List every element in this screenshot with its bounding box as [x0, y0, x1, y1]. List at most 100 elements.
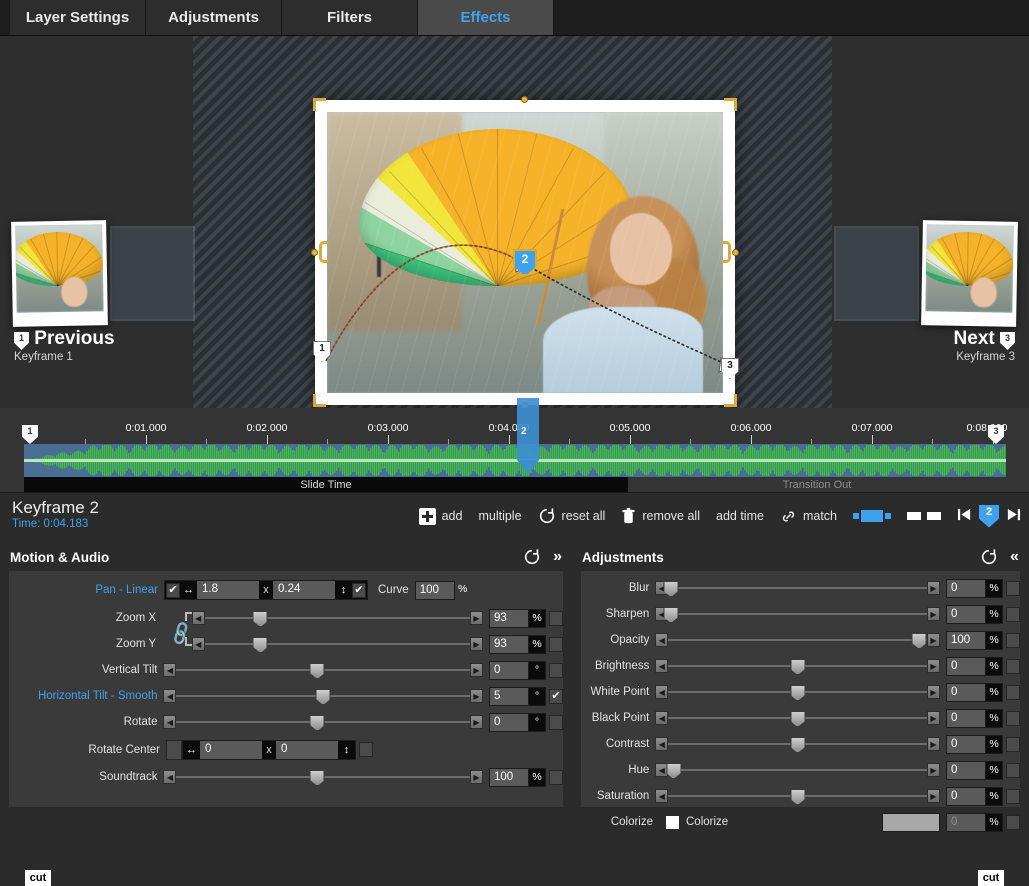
slider-track[interactable]: [205, 637, 470, 651]
slider-track[interactable]: [176, 770, 470, 784]
resize-handle-bottom-left[interactable]: [313, 394, 326, 407]
adjustment-value[interactable]: 0: [946, 787, 986, 806]
slider-thumb[interactable]: [310, 715, 325, 731]
pan-y-input[interactable]: 0.24: [273, 581, 335, 599]
adjustment-checkbox[interactable]: [1006, 607, 1020, 622]
slider-track[interactable]: [668, 763, 927, 777]
vertical-tilt-slider[interactable]: ◀ ▶: [163, 663, 483, 678]
zoom-y-value[interactable]: 93: [489, 635, 529, 654]
adjustment-slider[interactable]: ◀▶: [655, 763, 940, 778]
motion-reset-icon[interactable]: [523, 548, 541, 566]
adjustment-slider[interactable]: ◀▶: [655, 581, 940, 596]
slider-thumb[interactable]: [310, 663, 325, 679]
edge-bracket-left-icon[interactable]: [319, 241, 328, 263]
slider-right-arrow-icon[interactable]: ▶: [927, 607, 940, 621]
slider-right-arrow-icon[interactable]: ▶: [927, 789, 940, 803]
colorize-apply-checkbox[interactable]: [1006, 815, 1020, 830]
adjustment-checkbox[interactable]: [1006, 763, 1020, 778]
adjustment-slider[interactable]: ◀▶: [655, 711, 940, 726]
slider-left-arrow-icon[interactable]: ◀: [163, 770, 176, 784]
slider-track[interactable]: [176, 689, 470, 703]
slider-left-arrow-icon[interactable]: ◀: [655, 737, 668, 751]
rotate-value[interactable]: 0: [489, 713, 529, 732]
cut-button-right[interactable]: cut: [978, 870, 1004, 886]
transition-out-bar[interactable]: Transition Out: [628, 477, 1006, 493]
slider-left-arrow-icon[interactable]: ◀: [655, 659, 668, 673]
pan-x-input[interactable]: 1.8: [197, 581, 259, 599]
colorize-checkbox[interactable]: [665, 815, 680, 830]
previous-keyframe-label[interactable]: 1 Previous Keyframe 1: [14, 328, 115, 364]
view-mode-split-button[interactable]: [853, 510, 891, 522]
slider-left-arrow-icon[interactable]: ◀: [163, 663, 176, 677]
pan-value-field[interactable]: ✔ ↔ 1.8 x 0.24 ↕ ✔: [164, 580, 368, 600]
slider-track[interactable]: [668, 711, 927, 725]
slider-thumb[interactable]: [912, 633, 927, 649]
slider-right-arrow-icon[interactable]: ▶: [927, 763, 940, 777]
slider-thumb[interactable]: [790, 711, 805, 727]
soundtrack-slider[interactable]: ◀ ▶: [163, 770, 483, 785]
adjustment-value[interactable]: 0: [946, 605, 986, 624]
resize-handle-top-right[interactable]: [724, 98, 737, 111]
adjustment-slider[interactable]: ◀▶: [655, 659, 940, 674]
zoom-y-slider[interactable]: ◀ ▶: [192, 637, 483, 652]
adjustment-value[interactable]: 0: [946, 709, 986, 728]
adjustment-slider[interactable]: ◀▶: [655, 607, 940, 622]
rotate-center-x-input[interactable]: 0: [200, 741, 262, 759]
soundtrack-value[interactable]: 100: [489, 768, 529, 787]
rotate-center-field[interactable]: ↔ 0 x 0 ↕: [182, 740, 356, 760]
slider-thumb[interactable]: [790, 737, 805, 753]
remove-all-button[interactable]: remove all: [621, 508, 700, 525]
timeline[interactable]: 0:01.000 0:02.000 0:03.000 0:04.000 0:05…: [0, 408, 1029, 492]
adjustment-value[interactable]: 100: [946, 631, 986, 650]
slider-track[interactable]: [668, 607, 927, 621]
adjustment-slider[interactable]: ◀▶: [655, 633, 940, 648]
slider-track[interactable]: [176, 663, 470, 677]
adjustment-value[interactable]: 0: [946, 735, 986, 754]
slider-right-arrow-icon[interactable]: ▶: [470, 770, 483, 784]
next-keyframe-thumbnail[interactable]: [921, 220, 1018, 327]
tab-effects[interactable]: Effects: [418, 0, 554, 35]
slider-left-arrow-icon[interactable]: ◀: [192, 611, 205, 625]
slider-left-arrow-icon[interactable]: ◀: [163, 715, 176, 729]
slider-left-arrow-icon[interactable]: ◀: [655, 685, 668, 699]
next-keyframe-label[interactable]: Next 3 Keyframe 3: [954, 328, 1015, 364]
reset-all-button[interactable]: reset all: [538, 507, 606, 525]
cut-button-left[interactable]: cut: [25, 870, 51, 886]
slider-right-arrow-icon[interactable]: ▶: [470, 637, 483, 651]
slider-track[interactable]: [176, 715, 470, 729]
adjustment-checkbox[interactable]: [1006, 581, 1020, 596]
vertical-tilt-checkbox[interactable]: [549, 663, 563, 678]
audio-waveform[interactable]: [24, 444, 1006, 477]
rotate-slider[interactable]: ◀ ▶: [163, 715, 483, 730]
zoom-x-checkbox[interactable]: [549, 611, 563, 626]
view-mode-dual-button[interactable]: [907, 512, 941, 520]
adjustment-slider[interactable]: ◀▶: [655, 685, 940, 700]
slider-thumb[interactable]: [666, 763, 681, 779]
add-keyframe-button[interactable]: add: [419, 508, 463, 525]
slider-right-arrow-icon[interactable]: ▶: [470, 611, 483, 625]
zoom-y-checkbox[interactable]: [549, 637, 563, 652]
slider-thumb[interactable]: [790, 659, 805, 675]
slider-thumb[interactable]: [253, 637, 268, 653]
slider-right-arrow-icon[interactable]: ▶: [927, 711, 940, 725]
tab-adjustments[interactable]: Adjustments: [146, 0, 282, 35]
resize-handle-left[interactable]: [311, 249, 318, 256]
slider-thumb[interactable]: [310, 770, 325, 786]
slider-track[interactable]: [668, 633, 927, 647]
horizontal-tilt-checkbox[interactable]: ✔: [549, 689, 563, 704]
slider-right-arrow-icon[interactable]: ▶: [470, 689, 483, 703]
slider-track[interactable]: [668, 789, 927, 803]
adjustment-value[interactable]: 0: [946, 683, 986, 702]
slider-left-arrow-icon[interactable]: ◀: [163, 689, 176, 703]
adjustment-value[interactable]: 0: [946, 761, 986, 780]
adjustment-checkbox[interactable]: [1006, 711, 1020, 726]
adjustment-checkbox[interactable]: [1006, 633, 1020, 648]
rotate-center-right-checkbox[interactable]: [359, 742, 373, 757]
horizontal-tilt-value[interactable]: 5: [489, 687, 529, 706]
slider-right-arrow-icon[interactable]: ▶: [927, 581, 940, 595]
pan-y-checkbox[interactable]: ✔: [352, 583, 366, 598]
colorize-color-swatch[interactable]: [882, 813, 940, 832]
slider-right-arrow-icon[interactable]: ▶: [927, 659, 940, 673]
slider-right-arrow-icon[interactable]: ▶: [470, 663, 483, 677]
slide-time-bar[interactable]: Slide Time: [24, 477, 628, 493]
